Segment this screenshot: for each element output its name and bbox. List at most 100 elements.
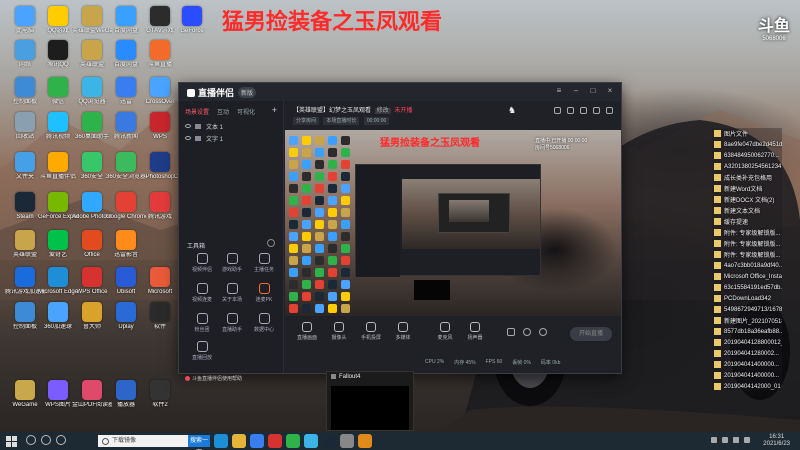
message-icon[interactable] [567,107,574,114]
taskbar-search-input[interactable]: 下载镜像 [98,435,188,447]
file-list-item[interactable]: 新建DOCX 文档(2) [712,194,782,205]
file-list-item[interactable]: PCDownLoad342 [712,293,782,304]
help-note[interactable]: 斗鱼直播伴侣使用帮助 [185,375,242,382]
toolbox-item[interactable]: 粉丝团 [187,313,217,339]
speaker-button[interactable]: 扬声器 [461,321,489,347]
toolbox-item[interactable]: 视频伴侣 [187,253,217,279]
desktop-icon[interactable]: 软件 [140,300,180,344]
wps-icon[interactable] [268,434,282,448]
start-live-button[interactable]: 开始直播 [570,327,612,341]
file-list-item[interactable]: 201904041400000... [712,359,782,370]
top-action-icons [554,107,613,114]
tab-interaction[interactable]: 互动 [217,107,229,116]
app-titlebar[interactable]: 直播伴侣 新版 ≡ – □ × [179,83,621,101]
phone-cast-button[interactable]: 手机投屏 [357,321,385,347]
network-icon[interactable] [722,437,728,443]
taskbar-search-button[interactable]: 搜索一下 [188,435,210,447]
scene-item[interactable]: 文字 1 [179,132,283,144]
search-icon[interactable] [26,435,36,445]
settings-icon[interactable] [580,107,587,114]
wechat-icon[interactable] [286,434,300,448]
desktop-icon[interactable]: WPS [140,110,180,154]
gear-icon[interactable] [539,328,547,336]
app-icon [82,152,102,172]
file-list-item[interactable]: 附件: 专家级解锁版... [712,238,782,249]
desktop-icon[interactable]: 腾讯游戏 [140,190,180,234]
scene-item[interactable]: 文本 1 [179,120,283,132]
file-list-item[interactable]: Microsoft Office_Install... [712,271,782,282]
taskbar-preview-fallout[interactable]: Fallout4 [326,371,414,431]
streamer-avatar[interactable]: ♞ [508,105,522,117]
toolbox-item[interactable]: 连麦PK [249,283,279,309]
file-list-item[interactable]: 20190404142000_01 [712,381,782,392]
close-icon[interactable]: × [605,86,615,96]
eye-icon[interactable] [185,124,191,128]
preview-icon [289,244,298,253]
preview-icon [289,160,298,169]
edge-icon[interactable] [214,434,228,448]
media-button[interactable]: 多媒体 [389,321,417,347]
live-app-taskbar-icon[interactable] [358,434,372,448]
store-icon[interactable] [250,434,264,448]
file-list-item[interactable]: 8577db18a36eafb88... [712,326,782,337]
add-tab-button[interactable]: + [272,106,277,116]
toolbox-item[interactable]: 主播任务 [249,253,279,279]
toolbox-item[interactable]: 直播助手 [217,313,247,339]
file-name: 新建文本文档 [724,209,761,215]
record-icon[interactable] [507,328,515,336]
fullscreen-icon[interactable] [606,107,613,114]
clock-icon[interactable] [523,328,531,336]
stream-preview[interactable]: 猛男捡装备之玉凤观看 直播中 已开播 00:00:00 房间号5068006 [285,130,621,316]
camera-button[interactable]: 摄像头 [325,321,353,347]
file-list-item[interactable]: 成长类补充包格用 [712,172,782,183]
fallout-taskbar-icon[interactable] [340,434,354,448]
file-list-item[interactable]: 8ae9fe047dbe2d451d... [712,139,782,150]
microphone-button[interactable]: 麦克风 [431,321,459,347]
help-icon [185,376,190,382]
desktop-icon[interactable]: 软件2 [140,378,180,422]
file-list-item[interactable]: 图片文件 [712,128,782,139]
file-list-item[interactable]: A3201380254561234 [712,161,782,172]
share-room-button[interactable]: 分享房间 [293,117,320,125]
menu-icon[interactable]: ≡ [554,86,564,96]
minimize-icon[interactable]: – [571,86,581,96]
file-list-item[interactable]: 新建文本文档 [712,205,782,216]
gift-icon[interactable] [554,107,561,114]
screen-capture-button[interactable]: 直播画面 [293,321,321,347]
toolbox-item[interactable]: 数据中心 [249,313,279,339]
toolbox-collapse-icon[interactable] [267,239,275,247]
mic-tray-icon[interactable] [711,437,717,443]
share-icon[interactable] [593,107,600,114]
file-list-item[interactable]: 638484950062770... [712,150,782,161]
file-list-item[interactable]: 201904041280002... [712,348,782,359]
qq-browser-icon[interactable] [304,434,318,448]
file-list-item[interactable]: 新建图片_20210705183... [712,315,782,326]
toolbox-item[interactable]: 直播回放 [187,341,217,367]
file-list-item[interactable]: 63c15584191ed57db... [712,282,782,293]
toolbox-item[interactable]: 游戏助手 [217,253,247,279]
volume-icon[interactable] [733,437,739,443]
edit-room-button[interactable]: 修改 [374,108,391,114]
file-list-item[interactable]: 新建Word文档 [712,183,782,194]
tab-scene-settings[interactable]: 场景设置 [185,107,209,116]
steam-icon[interactable] [322,434,336,448]
toolbox-item[interactable]: 关于本场 [217,283,247,309]
file-list-item[interactable]: 4ao7c3bb018a9df40... [712,260,782,271]
tab-visualization[interactable]: 可视化 [237,107,255,116]
file-list-item[interactable]: 附件: 专家级解锁版... [712,227,782,238]
file-list-item[interactable]: 5498672949713/1678 [712,304,782,315]
windows-start-icon[interactable] [4,434,18,448]
cortana-icon[interactable] [56,435,66,445]
file-list-item[interactable]: 附件: 专家级解锁版... [712,249,782,260]
file-list-item[interactable]: 201904041400000... [712,370,782,381]
system-clock[interactable]: 16:31 2021/6/23 [763,434,790,448]
toolbox-item[interactable]: 视频连麦 [187,283,217,309]
file-list-item[interactable]: 缓存提速 [712,216,782,227]
maximize-icon[interactable]: □ [588,86,598,96]
file-list-item[interactable]: 20190404128800012_01 [712,337,782,348]
task-view-icon[interactable] [41,435,51,445]
folder-icon[interactable] [232,434,246,448]
eye-icon[interactable] [185,136,191,140]
file-icon [714,328,721,335]
ime-icon[interactable] [744,437,750,443]
